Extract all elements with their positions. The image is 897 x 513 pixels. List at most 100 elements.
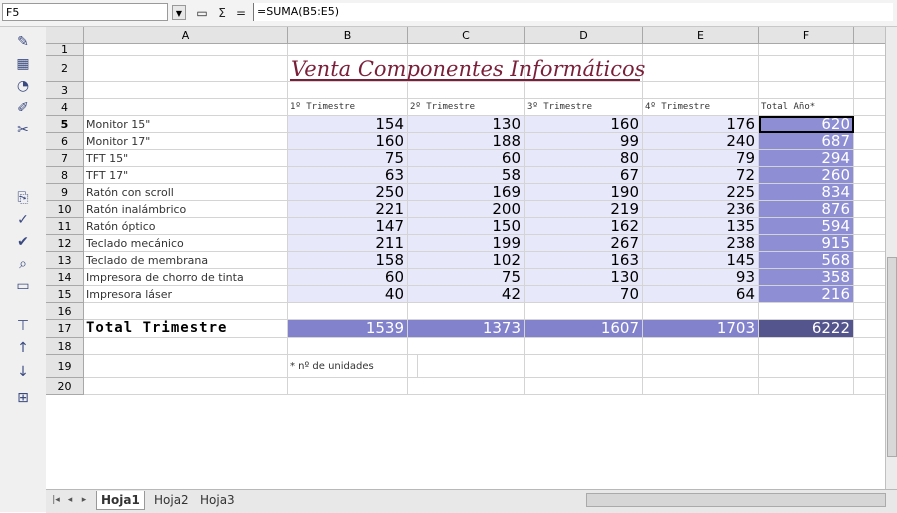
quarter-value[interactable]: 211 bbox=[288, 235, 408, 252]
quarter-value[interactable]: 60 bbox=[408, 150, 525, 167]
grid-cell[interactable] bbox=[525, 355, 643, 378]
total-label[interactable]: Total Trimestre bbox=[84, 320, 288, 338]
quarter-total[interactable]: 1373 bbox=[408, 320, 525, 338]
quarter-value[interactable]: 158 bbox=[288, 252, 408, 269]
quarter-value[interactable]: 188 bbox=[408, 133, 525, 150]
quarter-value[interactable]: 160 bbox=[288, 133, 408, 150]
find-icon[interactable]: ⌕ bbox=[12, 253, 34, 275]
grand-total[interactable]: 6222 bbox=[759, 320, 854, 338]
grid-cell[interactable] bbox=[408, 378, 525, 395]
quarter-value[interactable]: 40 bbox=[288, 286, 408, 303]
quarter-value[interactable]: 130 bbox=[525, 269, 643, 286]
sort-ascending-icon[interactable]: ↑ bbox=[12, 337, 34, 359]
grid-cell[interactable] bbox=[525, 338, 643, 355]
sum-icon[interactable]: Σ bbox=[213, 4, 231, 22]
quarter-value[interactable]: 162 bbox=[525, 218, 643, 235]
year-total[interactable]: 216 bbox=[759, 286, 854, 303]
quarter-value[interactable]: 147 bbox=[288, 218, 408, 235]
quarter-value[interactable]: 169 bbox=[408, 184, 525, 201]
grid-cell[interactable] bbox=[759, 82, 854, 99]
grid-cell[interactable] bbox=[759, 338, 854, 355]
quarter-value[interactable]: 190 bbox=[525, 184, 643, 201]
row-header[interactable]: 9 bbox=[46, 184, 84, 201]
quarter-value[interactable]: 70 bbox=[525, 286, 643, 303]
quarter-value[interactable]: 150 bbox=[408, 218, 525, 235]
first-sheet-icon[interactable]: |◂ bbox=[50, 493, 62, 507]
quarter-value[interactable]: 240 bbox=[643, 133, 759, 150]
grid-cell[interactable] bbox=[84, 355, 288, 378]
draw-icon[interactable]: ✐ bbox=[12, 97, 34, 119]
year-total[interactable]: 294 bbox=[759, 150, 854, 167]
row-header[interactable]: 10 bbox=[46, 201, 84, 218]
quarter-value[interactable]: 267 bbox=[525, 235, 643, 252]
product-name[interactable]: Monitor 17" bbox=[84, 133, 288, 150]
vertical-scrollbar[interactable] bbox=[885, 27, 897, 489]
quarter-value[interactable]: 60 bbox=[288, 269, 408, 286]
scissors-icon[interactable]: ✂ bbox=[12, 119, 34, 141]
autospell-icon[interactable]: ✔ bbox=[12, 231, 34, 253]
grid-cell[interactable] bbox=[643, 82, 759, 99]
grid-cell[interactable] bbox=[84, 338, 288, 355]
grid-cell[interactable] bbox=[643, 338, 759, 355]
grid-cell[interactable] bbox=[84, 99, 288, 116]
column-header-a[interactable]: A bbox=[84, 27, 288, 44]
row-header[interactable]: 14 bbox=[46, 269, 84, 286]
tab-hoja2[interactable]: Hoja2 bbox=[150, 491, 193, 509]
quarter-value[interactable]: 72 bbox=[643, 167, 759, 184]
quarter-total[interactable]: 1607 bbox=[525, 320, 643, 338]
row-header[interactable]: 4 bbox=[46, 99, 84, 116]
quarter-value[interactable]: 176 bbox=[643, 116, 759, 133]
horizontal-scrollbar[interactable] bbox=[586, 493, 886, 507]
year-total[interactable]: 687 bbox=[759, 133, 854, 150]
product-name[interactable]: Impresora de chorro de tinta bbox=[84, 269, 288, 286]
grid-cell[interactable] bbox=[759, 355, 854, 378]
row-header[interactable]: 17 bbox=[46, 320, 84, 338]
quarter-value[interactable]: 160 bbox=[525, 116, 643, 133]
name-box[interactable]: F5 bbox=[2, 3, 168, 21]
quarter-value[interactable]: 99 bbox=[525, 133, 643, 150]
row-header[interactable]: 20 bbox=[46, 378, 84, 395]
quarter-value[interactable]: 93 bbox=[643, 269, 759, 286]
quarter-total[interactable]: 1539 bbox=[288, 320, 408, 338]
row-header[interactable]: 16 bbox=[46, 303, 84, 320]
column-header-b[interactable]: B bbox=[288, 27, 408, 44]
quarter-value[interactable]: 79 bbox=[643, 150, 759, 167]
quarter-total[interactable]: 1703 bbox=[643, 320, 759, 338]
quarter-value[interactable]: 102 bbox=[408, 252, 525, 269]
quarter-value[interactable]: 135 bbox=[643, 218, 759, 235]
quarter-value[interactable]: 80 bbox=[525, 150, 643, 167]
grid-cell[interactable] bbox=[84, 44, 288, 56]
grid-cell[interactable] bbox=[408, 82, 525, 99]
grid-cell[interactable] bbox=[643, 378, 759, 395]
corner-cell[interactable] bbox=[46, 27, 84, 44]
quarter-value[interactable]: 67 bbox=[525, 167, 643, 184]
grid-cell[interactable] bbox=[525, 378, 643, 395]
product-name[interactable]: Impresora láser bbox=[84, 286, 288, 303]
quarter-value[interactable]: 154 bbox=[288, 116, 408, 133]
quarter-value[interactable]: 200 bbox=[408, 201, 525, 218]
grid-cell[interactable] bbox=[288, 378, 408, 395]
grid-cell[interactable] bbox=[408, 303, 525, 320]
grid-cell[interactable] bbox=[759, 56, 854, 82]
row-header[interactable]: 11 bbox=[46, 218, 84, 235]
quarter-value[interactable]: 63 bbox=[288, 167, 408, 184]
grid-cell[interactable] bbox=[759, 378, 854, 395]
year-total[interactable]: 358 bbox=[759, 269, 854, 286]
grid-cell[interactable] bbox=[643, 303, 759, 320]
column-header-c[interactable]: C bbox=[408, 27, 525, 44]
year-total[interactable]: 260 bbox=[759, 167, 854, 184]
spreadsheet-grid[interactable]: A B C D E F 1 2 3 4 5 6 7 8 9 10 11 12 13 14 15 16 17 18 19 20 Ven… bbox=[46, 27, 897, 489]
quarter-value[interactable]: 64 bbox=[643, 286, 759, 303]
row-header[interactable]: 2 bbox=[46, 56, 84, 82]
year-total[interactable]: 834 bbox=[759, 184, 854, 201]
year-total[interactable]: 568 bbox=[759, 252, 854, 269]
product-name[interactable]: Ratón inalámbrico bbox=[84, 201, 288, 218]
quarter-value[interactable]: 221 bbox=[288, 201, 408, 218]
grid-cell[interactable] bbox=[643, 44, 759, 56]
row-header[interactable]: 12 bbox=[46, 235, 84, 252]
product-name[interactable]: Ratón con scroll bbox=[84, 184, 288, 201]
row-header[interactable]: 7 bbox=[46, 150, 84, 167]
row-header[interactable]: 19 bbox=[46, 355, 84, 378]
quarter-value[interactable]: 238 bbox=[643, 235, 759, 252]
grid-cell[interactable] bbox=[84, 56, 288, 82]
